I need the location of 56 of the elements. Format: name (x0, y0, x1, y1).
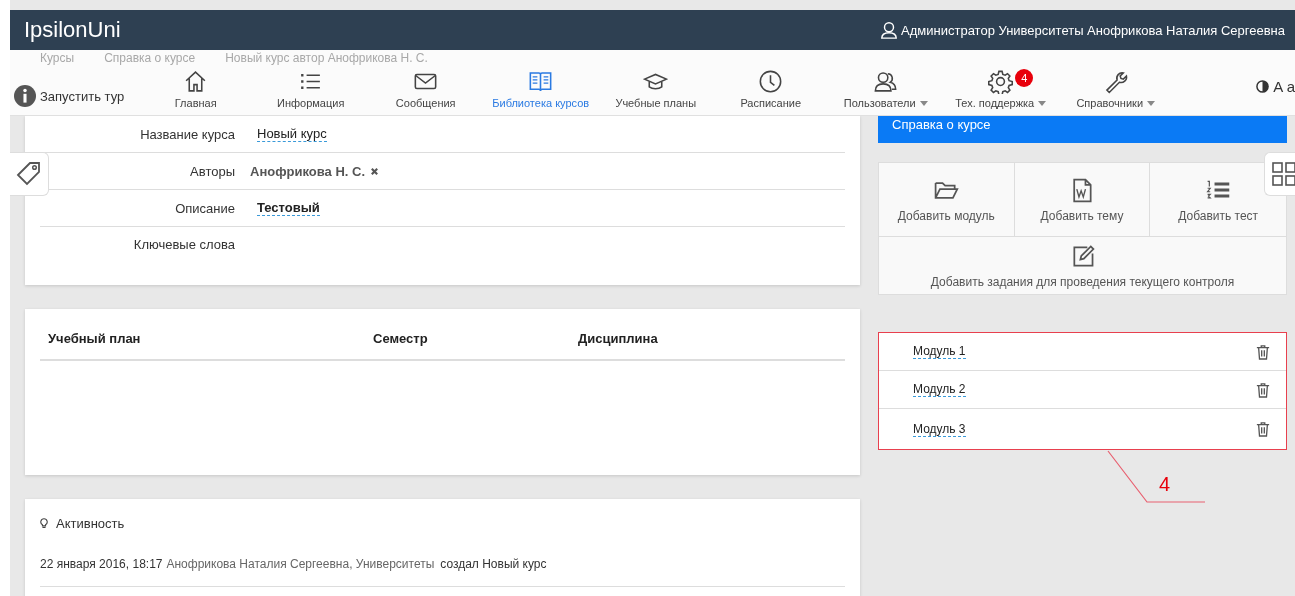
caret-icon (919, 100, 928, 106)
nav-item[interactable]: Главная (138, 69, 254, 109)
module-link[interactable]: Модуль 3 (913, 421, 966, 437)
field-label: Описание (174, 200, 235, 216)
field-label: Ключевые слова (132, 236, 235, 252)
tag-icon (15, 160, 43, 188)
column-header: Семестр (373, 331, 429, 348)
users-icon (873, 69, 899, 94)
add-action-button[interactable]: Добавить модуль (879, 163, 1015, 237)
gear-icon (988, 69, 1014, 94)
grid-icon (1271, 161, 1295, 187)
nav-item[interactable]: Пользователи (828, 69, 944, 109)
trash-icon[interactable] (1256, 421, 1270, 437)
field-label: Название курса (139, 126, 235, 142)
user-menu[interactable]: Администратор Университеты Анофрикова Наталия Сергеевна (880, 21, 1285, 39)
column-header: Дисциплина (578, 331, 658, 348)
activity-action: создал Новый курс (440, 557, 547, 571)
contrast-icon (1256, 80, 1270, 93)
nav-item[interactable]: Библиотека курсов (483, 69, 599, 109)
caret-icon (1147, 100, 1156, 106)
clock-icon (758, 69, 784, 94)
caret-icon (1038, 100, 1047, 106)
trash-icon[interactable] (1256, 343, 1270, 360)
user-icon (880, 21, 899, 39)
info-icon (14, 85, 36, 107)
add-action-button[interactable]: Добавить задания для проведения текущего контроля (879, 237, 1286, 294)
brand-logo[interactable]: IpsilonUni (24, 17, 121, 43)
trash-icon[interactable] (1256, 381, 1270, 398)
nav-item[interactable]: Расписание (713, 69, 829, 109)
activity-time: 22 января 2016, 18:17 (40, 557, 163, 571)
notification-badge: 4 (1015, 69, 1034, 87)
lightbulb-icon (40, 518, 48, 529)
module-link[interactable]: Модуль 2 (913, 382, 966, 397)
callout-number: 4 (1159, 473, 1171, 496)
add-action-button[interactable]: Добавить тест (1150, 163, 1286, 237)
book-icon (528, 69, 554, 94)
wrench-icon (1103, 69, 1129, 94)
nav-item[interactable]: Тех. поддержка 4 (943, 69, 1059, 109)
author-name: Анофрикова Н. С. (250, 163, 366, 179)
column-header: Учебный план (47, 331, 142, 348)
add-action-button[interactable]: Добавить тему (1014, 163, 1151, 237)
editable-value[interactable]: Новый курс (257, 126, 327, 142)
text-size-toggle[interactable]: A a (1256, 78, 1295, 95)
editable-value[interactable]: Тестовый (257, 200, 320, 216)
start-tour-link[interactable]: Запустить тур (14, 85, 125, 107)
nav-item[interactable]: Сообщения (368, 69, 484, 109)
nav-item[interactable]: Учебные планы (598, 69, 714, 109)
grid-tab[interactable] (1264, 152, 1295, 196)
nav-item[interactable]: Справочники (1058, 69, 1174, 109)
tag-tab[interactable] (10, 152, 49, 196)
remove-icon[interactable] (370, 166, 380, 176)
module-link[interactable]: Модуль 1 (913, 344, 966, 359)
field-label: Авторы (189, 163, 235, 179)
activity-title: Активность (56, 516, 125, 531)
activity-author: Анофрикова Наталия Сергеевна, Университеты (166, 557, 435, 571)
nav-item[interactable]: Информация (253, 69, 369, 109)
